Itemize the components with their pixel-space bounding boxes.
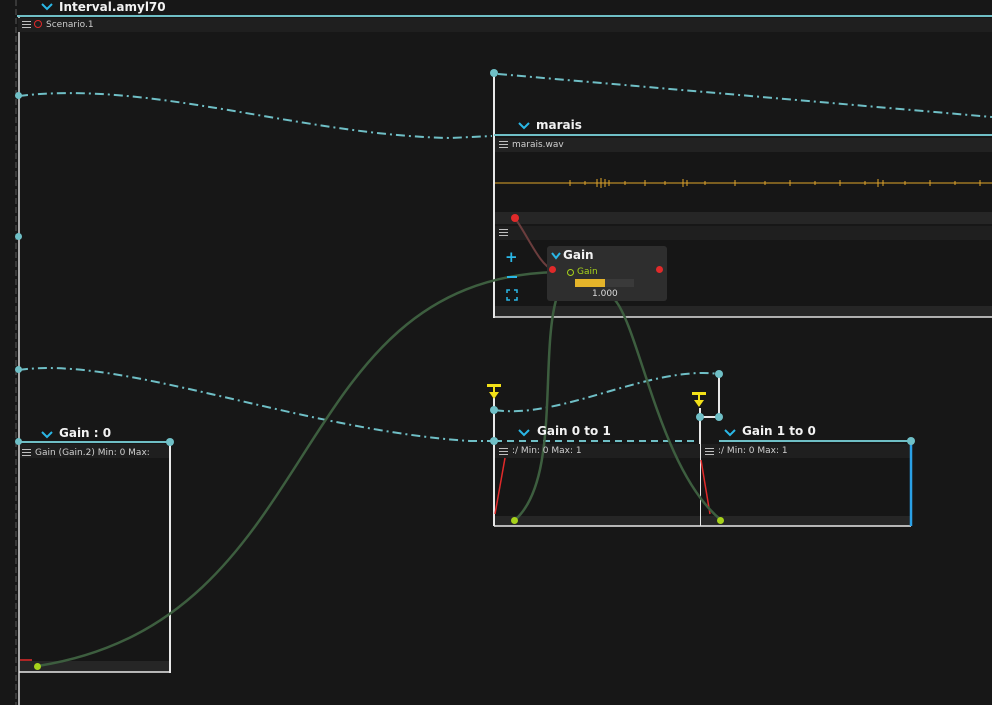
interval-title[interactable]: Interval.amyl70	[59, 0, 166, 14]
chevron-down-icon[interactable]	[41, 430, 53, 439]
trigger-icon[interactable]	[692, 392, 706, 412]
automation-info: :/ Min: 0 Max: 1	[718, 446, 788, 456]
gain-node-title[interactable]: Gain	[563, 248, 594, 262]
sync-point[interactable]	[15, 366, 22, 373]
waveform	[569, 178, 981, 188]
value-out-port[interactable]	[34, 663, 41, 670]
scenario-canvas[interactable]	[0, 0, 992, 705]
sync-point[interactable]	[715, 413, 723, 421]
automation-info: Gain (Gain.2) Min: 0 Max:	[35, 448, 150, 458]
sync-point[interactable]	[696, 413, 704, 421]
menu-icon[interactable]	[705, 448, 714, 455]
sync-point[interactable]	[907, 437, 915, 445]
sync-point[interactable]	[715, 370, 723, 378]
menu-icon[interactable]	[499, 141, 508, 148]
record-icon[interactable]	[34, 20, 42, 28]
sync-point[interactable]	[15, 92, 22, 99]
chevron-down-icon[interactable]	[518, 121, 530, 130]
value-out-port[interactable]	[717, 517, 724, 524]
chevron-down-icon[interactable]	[41, 2, 53, 11]
trigger-icon[interactable]	[487, 384, 501, 404]
sync-point[interactable]	[490, 69, 498, 77]
automation-info: :/ Min: 0 Max: 1	[512, 446, 582, 456]
sync-point[interactable]	[15, 233, 22, 240]
automation-title[interactable]: Gain : 0	[59, 426, 111, 440]
sync-point[interactable]	[490, 406, 498, 414]
chevron-down-icon[interactable]	[724, 428, 736, 437]
menu-icon[interactable]	[499, 229, 508, 236]
gain-audio-out-port[interactable]	[656, 266, 663, 273]
value-out-port[interactable]	[511, 517, 518, 524]
fit-icon[interactable]	[506, 289, 518, 301]
menu-icon[interactable]	[22, 21, 31, 28]
chevron-down-icon[interactable]	[551, 252, 561, 260]
gain-value[interactable]: 1.000	[592, 289, 618, 299]
gain-slider[interactable]	[575, 279, 634, 287]
menu-icon[interactable]	[499, 448, 508, 455]
param-port-icon[interactable]	[567, 269, 574, 276]
scenario-label: Scenario.1	[46, 20, 94, 30]
sync-point[interactable]	[166, 438, 174, 446]
audio-out-port[interactable]	[511, 214, 519, 222]
sync-point[interactable]	[15, 438, 22, 445]
plus-icon[interactable]: +	[505, 250, 518, 265]
gain-slider-fill	[575, 279, 605, 287]
automation-title[interactable]: Gain 0 to 1	[537, 424, 611, 438]
gain-param-label: Gain	[577, 267, 598, 277]
chevron-down-icon[interactable]	[518, 428, 530, 437]
automation-title[interactable]: Gain 1 to 0	[742, 424, 816, 438]
process-title[interactable]: marais	[536, 118, 582, 132]
file-label: marais.wav	[512, 140, 564, 150]
menu-icon[interactable]	[22, 449, 31, 456]
minus-icon[interactable]	[507, 276, 517, 278]
gain-audio-in-port[interactable]	[549, 266, 556, 273]
sync-point[interactable]	[490, 437, 498, 445]
